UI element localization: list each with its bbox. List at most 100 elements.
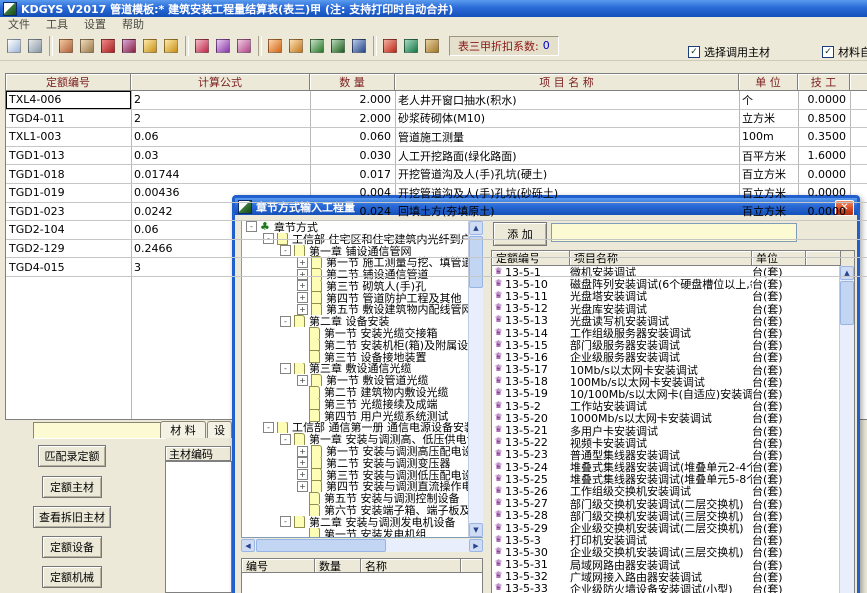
cell[interactable]: 0.00436	[131, 184, 310, 202]
checkbox-box-icon[interactable]: ✓	[822, 46, 834, 58]
quota-equipment-button[interactable]: 定额设备	[42, 536, 102, 558]
menu-item-2[interactable]: 工具	[38, 16, 76, 32]
cell[interactable]: 1.6000	[798, 147, 850, 165]
expand-icon[interactable]: +	[297, 280, 308, 291]
cell[interactable]: 2.000	[310, 110, 395, 128]
cell[interactable]: 12.	[850, 147, 867, 165]
catalog-row[interactable]: ♛13-5-16企业级服务器安装调试台(套)	[492, 351, 854, 363]
toolbar-button-paste[interactable]	[234, 35, 254, 57]
tree-item[interactable]: 第三节 光缆接续及成端	[242, 398, 482, 410]
catalog-row[interactable]: ♛13-5-2工作站安装调试台(套)	[492, 400, 854, 412]
tree-item[interactable]: 第二节 安装机柜(箱)及附属设施	[242, 339, 482, 351]
cell[interactable]: 3	[131, 258, 310, 276]
cell[interactable]	[395, 258, 739, 276]
table-row[interactable]: TGD1-0190.004360.004开挖管道沟及人(手)孔坑(砂砾土)百立方…	[6, 184, 867, 203]
catalog-row[interactable]: ♛13-5-201000Mb/s以太网卡安装调试台(套)	[492, 412, 854, 424]
column-header[interactable]: 普 工	[850, 74, 867, 91]
cell[interactable]	[310, 221, 395, 239]
cell[interactable]: TGD1-013	[6, 147, 131, 165]
cell[interactable]	[739, 258, 798, 276]
menu-item-3[interactable]: 设置	[76, 16, 114, 32]
cell[interactable]: 0.03	[131, 147, 310, 165]
collapse-icon[interactable]: -	[280, 316, 291, 327]
catalog-row[interactable]: ♛13-5-14工作组级服务器安装调试台(套)	[492, 327, 854, 339]
expand-icon[interactable]: +	[297, 469, 308, 480]
cell[interactable]: 1.	[850, 110, 867, 128]
expand-icon[interactable]: +	[297, 457, 308, 468]
toolbar-button-report[interactable]	[307, 35, 327, 57]
cell[interactable]	[395, 221, 739, 239]
column-header[interactable]: 单 位	[739, 74, 798, 91]
toolbar-button-view[interactable]	[328, 35, 348, 57]
catalog-row[interactable]: ♛13-5-24堆叠式集线器安装调试(堆叠单元2-4个)台(套)	[492, 461, 854, 473]
tree-item[interactable]: +第四节 管道防护工程及其他	[242, 292, 482, 304]
toolbar-button-grid[interactable]	[422, 35, 442, 57]
cell[interactable]: 管道施工测量	[395, 128, 739, 146]
cell[interactable]: 0.8500	[798, 110, 850, 128]
cell[interactable]: 百平方米	[739, 147, 798, 165]
cell[interactable]: 回填土方(夯填原土)	[395, 203, 739, 221]
toolbar-button-copy[interactable]	[213, 35, 233, 57]
cell[interactable]: 0.004	[310, 184, 395, 202]
toolbar-button-chart[interactable]	[401, 35, 421, 57]
catalog-row[interactable]: ♛13-5-25堆叠式集线器安装调试(堆叠单元5-8个)台(套)	[492, 473, 854, 485]
cell[interactable]: 1.	[850, 91, 867, 109]
scroll-right-icon[interactable]: ▶	[469, 539, 483, 552]
toolbar-button-print-preview[interactable]	[4, 35, 24, 57]
tree-item[interactable]: -第二章 安装与调测发电机设备	[242, 516, 482, 528]
tree-item[interactable]: 第四节 用户光缆系统测试	[242, 410, 482, 422]
tree-item[interactable]: +第三节 安装与调测低压配电设备	[242, 469, 482, 481]
list-vertical-scrollbar[interactable]: ▲	[839, 266, 854, 593]
collapse-icon[interactable]: -	[280, 434, 291, 445]
toolbar-button-print[interactable]	[25, 35, 45, 57]
expand-icon[interactable]: +	[297, 304, 308, 315]
catalog-row[interactable]: ♛13-5-23普通型集线器安装调试台(套)	[492, 449, 854, 461]
catalog-row[interactable]: ♛13-5-13光盘读写机安装调试台(套)	[492, 315, 854, 327]
tree-item[interactable]: +第三节 砌筑人(手)孔	[242, 280, 482, 292]
quota-machinery-button[interactable]: 定额机械	[42, 566, 102, 588]
catalog-row[interactable]: ♛13-5-12光盘库安装调试台(套)	[492, 303, 854, 315]
cell[interactable]: 0.060	[310, 128, 395, 146]
cell[interactable]	[798, 221, 850, 239]
catalog-row[interactable]: ♛13-5-18100Mb/s以太网卡安装调试台(套)	[492, 376, 854, 388]
cell[interactable]: 0.0000	[798, 203, 850, 221]
tree-hscroll-thumb[interactable]	[256, 539, 386, 552]
catalog-row[interactable]: ♛13-5-1910/100Mb/s以太网卡(自适应)安装调试台(套)	[492, 388, 854, 400]
list-scroll-thumb[interactable]	[840, 281, 854, 325]
cell[interactable]: 百立方米	[739, 165, 798, 183]
catalog-row[interactable]: ♛13-5-21多用户卡安装调试台(套)	[492, 424, 854, 436]
cell[interactable]: 0.0000	[798, 165, 850, 183]
collapse-icon[interactable]: -	[280, 516, 291, 527]
table-row[interactable]: TGD2-1040.06	[6, 221, 867, 240]
tree-item[interactable]: 第二节 建筑物内敷设光缆	[242, 386, 482, 398]
title-bar[interactable]: KDGYS V2017 管道模板:* 建筑安装工程量结算表(表三)甲 (注: 支…	[0, 0, 867, 17]
catalog-row[interactable]: ♛13-5-30企业级交换机安装调试(三层交换机)台(套)	[492, 546, 854, 558]
column-header[interactable]: 数 量	[310, 74, 395, 91]
cell[interactable]: TGD2-104	[6, 221, 131, 239]
cell[interactable]: 0.01744	[131, 165, 310, 183]
column-header[interactable]: 计算公式	[131, 74, 310, 91]
catalog-row[interactable]: ♛13-5-11光盘塔安装调试台(套)	[492, 290, 854, 302]
toolbar-button-transfer[interactable]	[380, 35, 400, 57]
catalog-row[interactable]: ♛13-5-1710Mb/s以太网卡安装调试台(套)	[492, 364, 854, 376]
cell[interactable]	[739, 240, 798, 258]
cell[interactable]: 开挖管道沟及人(手)孔坑(砂砾土)	[395, 184, 739, 202]
table-row[interactable]: TGD1-0230.02420.024回填土方(夯填原土)百立方米0.00002…	[6, 203, 867, 222]
toolbar-button-refresh[interactable]	[349, 35, 369, 57]
toolbar-button-delete-row[interactable]	[119, 35, 139, 57]
toolbar-button-edit-record[interactable]	[77, 35, 97, 57]
cell[interactable]: 26.	[850, 203, 867, 221]
cell[interactable]: 0.0000	[798, 184, 850, 202]
toolbar-button-save[interactable]	[192, 35, 212, 57]
toolbar-button-calc[interactable]	[265, 35, 285, 57]
cell[interactable]: 开挖管道沟及人(手)孔坑(硬土)	[395, 165, 739, 183]
quota-main-material-button[interactable]: 定额主材	[42, 476, 102, 498]
cell[interactable]: 62.	[850, 184, 867, 202]
cell[interactable]: 0.024	[310, 203, 395, 221]
tab-material[interactable]: 材 料	[160, 421, 206, 438]
tree-item[interactable]: 第一节 安装发电机组	[242, 528, 482, 538]
tree-item[interactable]: 第三节 设备接地装置	[242, 351, 482, 363]
toolbar-button-add-record[interactable]	[56, 35, 76, 57]
cell[interactable]	[310, 258, 395, 276]
catalog-row[interactable]: ♛13-5-10磁盘阵列安装调试(6个硬盘槽位以上,每增...台(套)	[492, 278, 854, 290]
